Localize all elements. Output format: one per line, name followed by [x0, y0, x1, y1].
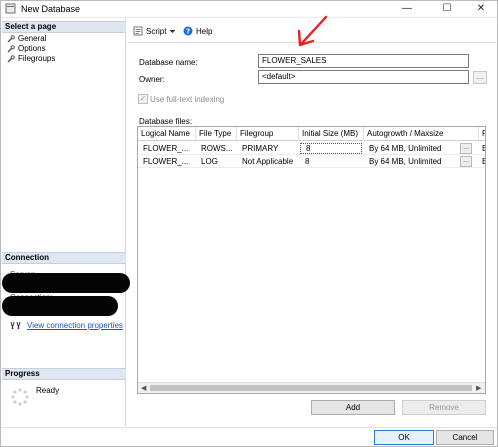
red-arrow-annotation: [297, 15, 328, 47]
redaction-mark: [2, 273, 130, 293]
table-row[interactable]: FLOWER_... ROWS... PRIMARY 8 By 64 MB, U…: [138, 142, 485, 155]
grid-header: Logical Name File Type Filegroup Initial…: [138, 127, 485, 141]
table-row[interactable]: FLOWER_... LOG Not Applicable 8 By 64 MB…: [138, 155, 485, 168]
fulltext-label: Use full-text indexing: [150, 95, 225, 104]
column-header-path[interactable]: Pa: [479, 127, 485, 141]
cell-logical-name[interactable]: FLOWER_...: [138, 155, 196, 168]
window-title: New Database: [21, 4, 81, 14]
database-app-icon: [5, 3, 16, 14]
help-button[interactable]: ? Help: [183, 26, 212, 36]
owner-label: Owner:: [139, 75, 165, 84]
progress-spinner-icon: [11, 388, 29, 406]
page-item-label: Filegroups: [18, 54, 56, 63]
wrench-icon: [7, 55, 15, 63]
ok-button[interactable]: OK: [374, 430, 434, 445]
autogrowth-edit-button[interactable]: ...: [460, 156, 472, 167]
script-label: Script: [146, 26, 167, 36]
script-icon: [133, 26, 143, 36]
column-header-initial-size[interactable]: Initial Size (MB): [299, 127, 364, 141]
add-button[interactable]: Add: [311, 400, 395, 415]
page-item-label: Options: [18, 44, 46, 53]
cell-autogrowth: By 64 MB, Unlimited: [369, 144, 442, 153]
page-item-filegroups[interactable]: Filegroups: [7, 54, 55, 64]
view-connection-properties-link[interactable]: View connection properties: [27, 321, 123, 330]
column-header-filegroup[interactable]: Filegroup: [237, 127, 299, 141]
cell-autogrowth: By 64 MB, Unlimited: [369, 157, 442, 166]
database-files-label: Database files:: [139, 117, 192, 126]
progress-header: Progress: [2, 368, 126, 380]
fulltext-checkbox[interactable]: ✓: [138, 94, 148, 104]
cell-path[interactable]: E:: [477, 155, 485, 168]
column-header-file-type[interactable]: File Type: [196, 127, 237, 141]
chevron-down-icon[interactable]: [169, 29, 176, 34]
scroll-left-icon[interactable]: ◀: [141, 384, 146, 392]
minimize-button[interactable]: —: [392, 0, 422, 18]
column-header-autogrowth[interactable]: Autogrowth / Maxsize: [364, 127, 479, 141]
page-item-general[interactable]: General: [7, 34, 46, 44]
wrench-icon: [7, 35, 15, 43]
title-bar: New Database — ☐ ✕: [0, 0, 498, 18]
scroll-right-icon[interactable]: ▶: [476, 384, 481, 392]
progress-status: Ready: [36, 386, 60, 395]
cancel-button[interactable]: Cancel: [436, 430, 494, 445]
cell-logical-name[interactable]: FLOWER_...: [138, 142, 196, 155]
horizontal-scrollbar[interactable]: ◀ ▶: [138, 382, 485, 393]
scrollbar-thumb[interactable]: [150, 385, 472, 391]
maximize-button[interactable]: ☐: [432, 0, 462, 18]
owner-browse-button[interactable]: ...: [473, 71, 487, 84]
script-button[interactable]: Script: [133, 26, 176, 36]
wrench-icon: [7, 45, 15, 53]
cell-initial-size[interactable]: 8: [300, 155, 362, 168]
page-item-options[interactable]: Options: [7, 44, 46, 54]
cell-file-type[interactable]: ROWS...: [196, 142, 237, 155]
connection-properties-icon: [10, 321, 21, 330]
column-header-logical-name[interactable]: Logical Name: [138, 127, 196, 141]
select-page-header: Select a page: [2, 21, 126, 33]
left-pane: Select a page General Options Filegroups…: [2, 19, 130, 426]
connection-header: Connection: [2, 252, 126, 264]
autogrowth-edit-button[interactable]: ...: [460, 143, 472, 154]
help-icon: ?: [183, 26, 193, 36]
cell-filegroup[interactable]: Not Applicable: [237, 155, 299, 168]
cell-path[interactable]: E:: [477, 142, 485, 155]
help-label: Help: [196, 26, 213, 36]
redaction-mark: [2, 296, 118, 316]
svg-text:?: ?: [186, 28, 190, 36]
database-name-label: Database name:: [139, 58, 198, 67]
database-files-grid[interactable]: Logical Name File Type Filegroup Initial…: [137, 126, 486, 394]
database-name-input[interactable]: FLOWER_SALES: [258, 54, 469, 68]
owner-input[interactable]: <default>: [258, 70, 469, 84]
cell-filegroup[interactable]: PRIMARY: [237, 142, 299, 155]
close-button[interactable]: ✕: [466, 0, 496, 18]
cell-initial-size[interactable]: 8: [300, 143, 362, 154]
page-item-label: General: [18, 34, 47, 43]
cell-file-type[interactable]: LOG: [196, 155, 237, 168]
remove-button[interactable]: Remove: [402, 400, 486, 415]
